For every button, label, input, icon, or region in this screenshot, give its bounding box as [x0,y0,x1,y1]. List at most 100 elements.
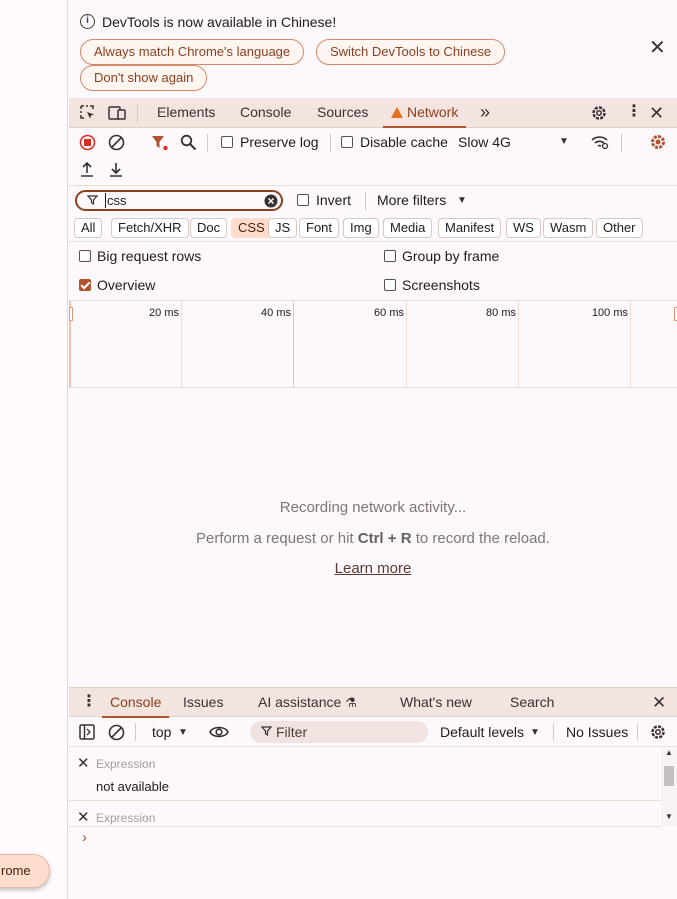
scroll-up-icon[interactable]: ▲ [665,748,673,757]
search-icon[interactable] [180,134,197,151]
drawer-tab-search[interactable]: Search [510,688,554,718]
type-chip-js[interactable]: JS [268,218,298,238]
clear-console-icon[interactable] [108,724,125,741]
tab-network[interactable]: Network [383,98,467,128]
tabbar-separator [137,104,138,122]
remove-expression-icon[interactable]: ✕ [77,754,90,774]
console-filter-placeholder: Filter [276,724,308,740]
group-by-frame-checkbox[interactable] [384,250,396,262]
type-chip-font[interactable]: Font [299,218,340,238]
live-expressions-scrollbar[interactable]: ▲ ▼ [661,748,677,826]
tab-sources[interactable]: Sources [317,98,368,128]
invert-label: Invert [316,192,352,208]
record-stop-icon[interactable] [79,134,96,151]
sidebar-toggle-icon[interactable] [79,724,95,740]
console-settings-gear-icon[interactable] [649,723,667,741]
drawer-tab-whats-new[interactable]: What's new [400,688,472,718]
inspect-element-icon[interactable] [79,104,97,122]
resource-type-filters: All Fetch/XHR Doc CSS JS Font Img Media … [69,214,677,242]
type-chip-fetch-xhr[interactable]: Fetch/XHR [111,218,189,238]
overview-left-grip[interactable] [69,307,73,321]
overview-checkbox[interactable] [79,279,91,291]
more-filters-chevron-icon[interactable]: ▼ [457,195,467,206]
type-chip-other[interactable]: Other [596,218,643,238]
reload-shortcut-keys: Ctrl + R [357,530,412,547]
filter-input[interactable]: css [75,190,283,211]
expression-label[interactable]: Expression [96,811,155,825]
reload-hint-pre: Perform a request or hit [196,530,358,547]
scrollbar-thumb[interactable] [664,766,674,786]
log-levels-chevron-icon[interactable]: ▼ [530,727,540,738]
type-chip-css[interactable]: CSS [231,218,272,238]
network-settings-gear-icon[interactable] [649,133,667,151]
type-chip-doc[interactable]: Doc [190,218,228,238]
toolbar-separator [621,134,622,152]
device-toolbar-icon[interactable] [107,104,127,122]
timeline-gridline [630,301,631,388]
dont-show-again-button[interactable]: Don't show again [80,65,208,91]
more-tabs-chevron-icon[interactable]: » [480,102,490,123]
console-toolbar: top ▼ Filter Default levels ▼ No Issues [69,717,677,747]
drawer-tab-issues[interactable]: Issues [183,688,223,718]
customize-menu-icon[interactable]: ⋮ [626,102,642,122]
filter-funnel-icon[interactable] [151,135,169,151]
type-chip-ws[interactable]: WS [506,218,541,238]
timeline-tick-label: 20 ms [149,307,179,319]
network-conditions-icon[interactable] [590,133,610,151]
preserve-log-label: Preserve log [240,134,319,150]
throttling-select[interactable]: Slow 4G [458,134,511,150]
type-chip-wasm[interactable]: Wasm [543,218,594,238]
live-expression-eye-icon[interactable] [209,725,229,739]
type-chip-all[interactable]: All [74,218,103,238]
log-levels-dropdown[interactable]: Default levels [440,724,524,740]
issues-counter[interactable]: No Issues [566,724,628,740]
context-dropdown-icon[interactable]: ▼ [178,727,188,738]
screenshots-checkbox[interactable] [384,279,396,291]
learn-more-link[interactable]: Learn more [335,560,412,577]
drawer-menu-icon[interactable]: ⋮ [81,693,97,711]
console-prompt-icon[interactable]: › [82,829,87,846]
export-har-icon[interactable] [108,161,124,178]
type-chip-manifest[interactable]: Manifest [438,218,502,238]
tab-console[interactable]: Console [240,98,291,128]
overview-label: Overview [97,277,156,293]
timeline-gridline [406,301,407,388]
more-filters-dropdown[interactable]: More filters [377,192,446,208]
type-chip-img[interactable]: Img [343,218,379,238]
console-toolbar-separator [135,723,136,741]
network-toolbar: Preserve log Disable cache Slow 4G ▼ [69,128,677,186]
import-har-icon[interactable] [79,161,95,178]
main-tabbar: Elements Console Sources Network » ⋮ ✕ [69,98,677,128]
console-filter-input[interactable]: Filter [250,721,428,743]
clear-filter-icon[interactable] [264,194,278,208]
live-expression-1: ✕ Expression not available [69,748,661,801]
tab-elements[interactable]: Elements [157,98,215,128]
floating-button-label: rome [1,863,31,878]
remove-expression-icon[interactable]: ✕ [77,808,90,828]
invert-checkbox[interactable] [297,194,309,206]
timeline-overview[interactable]: 20 ms 40 ms 60 ms 80 ms 100 ms [69,300,677,388]
scroll-down-icon[interactable]: ▼ [665,812,673,821]
toolbar-separator [330,134,331,152]
switch-chinese-button[interactable]: Switch DevTools to Chinese [316,39,506,65]
options-row-1: Big request rows Group by frame [69,242,677,271]
disable-cache-checkbox[interactable] [341,136,353,148]
settings-gear-icon[interactable] [590,104,608,122]
devtools-close-icon[interactable]: ✕ [649,103,664,123]
throttling-dropdown-icon[interactable]: ▼ [559,136,569,147]
clear-icon[interactable] [108,134,125,151]
drawer-close-icon[interactable]: ✕ [652,693,666,713]
context-selector[interactable]: top [152,724,171,740]
info-icon: i [80,14,95,29]
type-chip-media[interactable]: Media [383,218,433,238]
infobar-close-icon[interactable]: ✕ [649,38,666,58]
preserve-log-checkbox[interactable] [221,136,233,148]
page-floating-button[interactable]: rome [0,854,50,888]
drawer-tab-console[interactable]: Console [102,688,170,718]
timeline-tick-label: 60 ms [374,307,404,319]
expression-label[interactable]: Expression [96,757,155,771]
drawer-tab-ai-assistance[interactable]: AI assistance ⚗ [258,688,357,718]
match-language-button[interactable]: Always match Chrome's language [80,39,305,65]
big-request-rows-checkbox[interactable] [79,250,91,262]
console-toolbar-separator [553,723,554,741]
